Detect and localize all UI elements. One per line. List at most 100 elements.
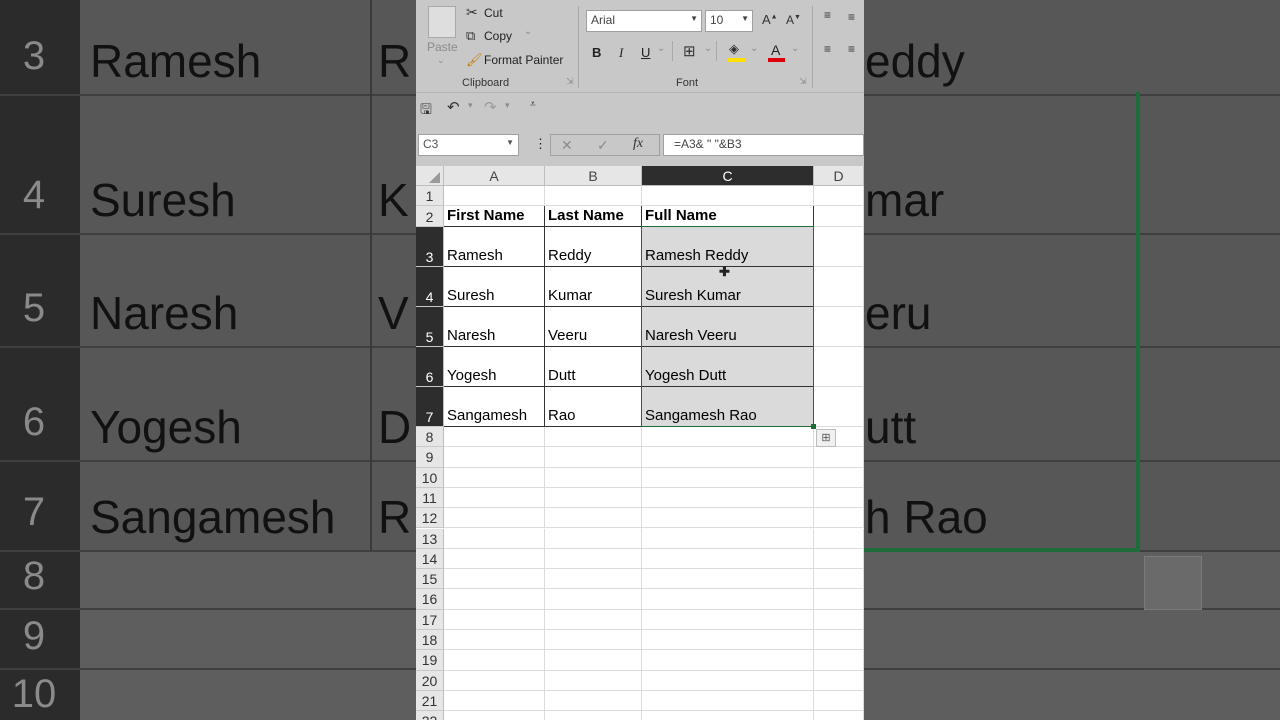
select-all-corner[interactable] xyxy=(416,166,444,186)
cell-a9[interactable] xyxy=(444,447,545,468)
row-header-6[interactable]: 6 xyxy=(416,347,444,387)
underline-dropdown-icon[interactable]: ⌄ xyxy=(657,43,665,54)
row-header-12[interactable]: 12 xyxy=(416,508,444,529)
scissors-icon[interactable]: ✂ xyxy=(466,4,478,21)
cell-c13[interactable] xyxy=(642,528,814,549)
cell-d10[interactable] xyxy=(814,467,864,488)
insert-function-button[interactable]: fx xyxy=(633,136,643,152)
cell-a10[interactable] xyxy=(444,467,545,488)
cell-a15[interactable] xyxy=(444,569,545,590)
top-align-icon[interactable]: ≡ xyxy=(824,8,831,22)
cell-b21[interactable] xyxy=(545,690,642,712)
row-header-11[interactable]: 11 xyxy=(416,487,444,509)
cell-a4[interactable]: Suresh xyxy=(444,267,545,307)
paste-dropdown-icon[interactable]: ⌄ xyxy=(437,55,445,66)
column-header-d[interactable]: D xyxy=(814,166,864,186)
cell-b22[interactable] xyxy=(545,711,642,720)
row-header-4[interactable]: 4 xyxy=(416,267,444,307)
decrease-font-icon[interactable]: A▼ xyxy=(786,13,801,27)
column-header-c[interactable]: C xyxy=(642,166,814,186)
cell-a18[interactable] xyxy=(444,630,545,651)
cell-c3[interactable]: Ramesh Reddy xyxy=(642,227,814,267)
increase-font-icon[interactable]: A▲ xyxy=(762,12,778,27)
row-header-9[interactable]: 9 xyxy=(416,447,444,468)
column-header-a[interactable]: A xyxy=(444,166,545,186)
cell-b17[interactable] xyxy=(545,609,642,630)
cell-c9[interactable] xyxy=(642,447,814,468)
cell-c22[interactable] xyxy=(642,711,814,720)
cell-b12[interactable] xyxy=(545,508,642,529)
cell-d1[interactable] xyxy=(814,186,864,206)
cell-d14[interactable] xyxy=(814,548,864,570)
worksheet-grid[interactable]: A B C D 1 2 First Name Last Name Full Name 3 Rames… xyxy=(416,166,864,720)
font-size-dropdown-icon[interactable]: ▼ xyxy=(741,14,749,23)
cell-b20[interactable] xyxy=(545,670,642,691)
clipboard-launcher-icon[interactable]: ⇲ xyxy=(566,76,574,87)
borders-dropdown-icon[interactable]: ⌄ xyxy=(704,43,712,54)
cell-b18[interactable] xyxy=(545,630,642,651)
cell-a7[interactable]: Sangamesh xyxy=(444,387,545,427)
cell-b19[interactable] xyxy=(545,650,642,671)
cell-c15[interactable] xyxy=(642,569,814,590)
cell-c12[interactable] xyxy=(642,508,814,529)
row-header-8[interactable]: 8 xyxy=(416,427,444,448)
cell-b15[interactable] xyxy=(545,569,642,590)
borders-icon[interactable]: ⊞ xyxy=(683,42,696,60)
cell-c10[interactable] xyxy=(642,467,814,488)
row-header-10[interactable]: 10 xyxy=(416,467,444,488)
cell-d18[interactable] xyxy=(814,630,864,651)
cell-b13[interactable] xyxy=(545,528,642,549)
middle-align-icon[interactable]: ≡ xyxy=(848,10,855,24)
font-size-box[interactable]: 10 ▼ xyxy=(705,10,753,32)
cell-d5[interactable] xyxy=(814,307,864,347)
fill-color-icon[interactable]: ◈ xyxy=(729,41,739,57)
align-left-icon[interactable]: ≡ xyxy=(824,42,831,56)
cell-a14[interactable] xyxy=(444,548,545,570)
cell-b4[interactable]: Kumar xyxy=(545,267,642,307)
cell-a21[interactable] xyxy=(444,690,545,712)
cell-c18[interactable] xyxy=(642,630,814,651)
undo-icon[interactable]: ↶ xyxy=(447,98,460,116)
cut-button[interactable]: Cut xyxy=(484,6,503,20)
copy-button[interactable]: Copy xyxy=(484,29,512,43)
cell-a11[interactable] xyxy=(444,487,545,509)
row-header-14[interactable]: 14 xyxy=(416,548,444,570)
format-painter-icon[interactable]: 🖌 xyxy=(466,52,483,68)
row-header-13[interactable]: 13 xyxy=(416,528,444,549)
row-header-1[interactable]: 1 xyxy=(416,186,444,206)
cell-d12[interactable] xyxy=(814,508,864,529)
cell-a8[interactable] xyxy=(444,427,545,448)
cell-d11[interactable] xyxy=(814,487,864,509)
customize-qat-icon[interactable]: ⩡ xyxy=(530,99,536,110)
cell-a5[interactable]: Naresh xyxy=(444,307,545,347)
cell-c19[interactable] xyxy=(642,650,814,671)
cell-a12[interactable] xyxy=(444,508,545,529)
column-header-b[interactable]: B xyxy=(545,166,642,186)
cell-a17[interactable] xyxy=(444,609,545,630)
cell-b7[interactable]: Rao xyxy=(545,387,642,427)
row-header-17[interactable]: 17 xyxy=(416,609,444,630)
cell-c21[interactable] xyxy=(642,690,814,712)
cell-c5[interactable]: Naresh Veeru xyxy=(642,307,814,347)
cell-b9[interactable] xyxy=(545,447,642,468)
cell-b16[interactable] xyxy=(545,589,642,610)
format-painter-button[interactable]: Format Painter xyxy=(484,53,563,67)
redo-icon[interactable]: ↷ xyxy=(484,98,497,116)
cell-c1[interactable] xyxy=(642,186,814,206)
cell-b6[interactable]: Dutt xyxy=(545,347,642,387)
name-box-dropdown-icon[interactable]: ▼ xyxy=(506,138,514,147)
name-box[interactable]: C3 ▼ xyxy=(418,134,519,156)
redo-dropdown-icon[interactable]: ▾ xyxy=(505,100,510,111)
cell-c2[interactable]: Full Name xyxy=(642,206,814,227)
row-header-15[interactable]: 15 xyxy=(416,569,444,590)
cell-b8[interactable] xyxy=(545,427,642,448)
underline-button[interactable]: U xyxy=(641,45,650,60)
cell-a16[interactable] xyxy=(444,589,545,610)
font-launcher-icon[interactable]: ⇲ xyxy=(799,76,807,87)
cell-a20[interactable] xyxy=(444,670,545,691)
enter-icon[interactable]: ✓ xyxy=(597,137,609,154)
row-header-18[interactable]: 18 xyxy=(416,630,444,651)
cell-b3[interactable]: Reddy xyxy=(545,227,642,267)
bold-button[interactable]: B xyxy=(592,45,601,60)
cell-c17[interactable] xyxy=(642,609,814,630)
